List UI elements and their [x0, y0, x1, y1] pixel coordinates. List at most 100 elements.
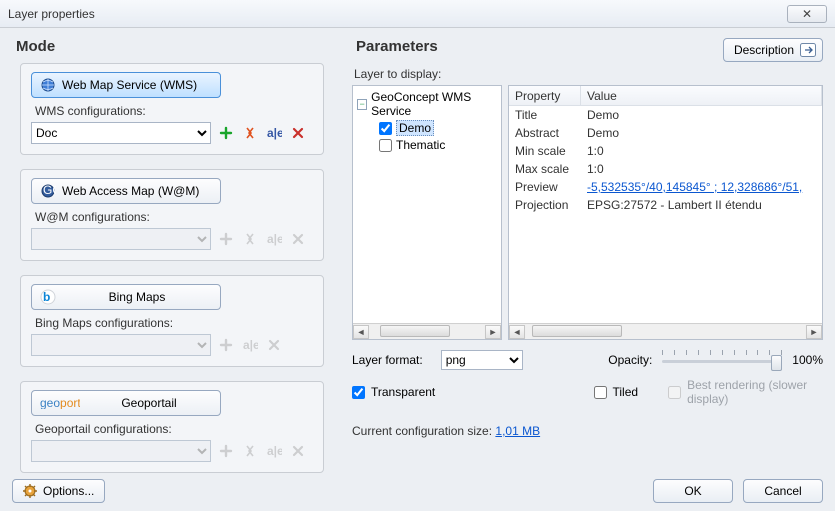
layer-format-select[interactable]: png [441, 350, 523, 370]
scroll-thumb[interactable] [380, 325, 450, 337]
property-name: Title [509, 106, 581, 124]
property-name: Projection [509, 196, 581, 214]
property-row: ProjectionEPSG:27572 - Lambert II étendu [509, 196, 822, 214]
property-name: Preview [509, 178, 581, 196]
property-value[interactable]: -5,532535°/40,145845° ; 12,328686°/51, [581, 178, 822, 196]
transparent-checkbox[interactable] [352, 386, 365, 399]
svg-text:a|e: a|e [267, 126, 282, 140]
svg-text:a|e: a|e [243, 338, 258, 352]
mode-geoportail-label: Geoportail [86, 396, 212, 410]
globe-wms-icon [40, 77, 56, 93]
layer-tree[interactable]: − GeoConcept WMS Service Demo Thematic [352, 85, 502, 340]
description-button[interactable]: Description [723, 38, 823, 62]
scroll-left-icon[interactable]: ◄ [353, 325, 369, 339]
config-size-label: Current configuration size: [352, 424, 495, 438]
property-name: Abstract [509, 124, 581, 142]
geoportail-icon: geoportail [40, 395, 80, 411]
opacity-label: Opacity: [608, 353, 652, 367]
opacity-slider[interactable] [662, 350, 782, 370]
refresh-icon[interactable] [241, 124, 259, 142]
property-row: AbstractDemo [509, 124, 822, 142]
mode-wam-button[interactable]: GCIS Web Access Map (W@M) [31, 178, 221, 204]
mode-geoportail-button[interactable]: geoportail Geoportail [31, 390, 221, 416]
best-rendering-checkbox [668, 386, 681, 399]
best-rendering-label: Best rendering (slower display) [687, 378, 823, 406]
tree-hscrollbar[interactable]: ◄ ► [353, 323, 501, 339]
config-size-link[interactable]: 1,01 MB [495, 424, 540, 438]
scroll-right-icon[interactable]: ► [806, 325, 822, 339]
opacity-value: 100% [792, 353, 823, 367]
delete-icon[interactable] [289, 124, 307, 142]
property-value: Demo [581, 106, 822, 124]
wam-config-label: W@M configurations: [35, 210, 313, 224]
property-value: 1:0 [581, 142, 822, 160]
svg-text:a|e: a|e [267, 444, 282, 458]
property-name: Max scale [509, 160, 581, 178]
property-value: 1:0 [581, 160, 822, 178]
layer-to-display-label: Layer to display: [354, 67, 823, 81]
mode-wms-label: Web Map Service (WMS) [62, 78, 197, 92]
rename-icon: a|e [265, 442, 283, 460]
tree-item-label[interactable]: Thematic [396, 138, 445, 152]
tree-item-checkbox[interactable] [379, 139, 392, 152]
mode-bing-label: Bing Maps [62, 290, 212, 304]
bing-icon: b [40, 289, 56, 305]
property-grid: Property Value TitleDemoAbstractDemoMin … [508, 85, 823, 340]
close-button[interactable]: ✕ [787, 5, 827, 23]
mode-bing-button[interactable]: b Bing Maps [31, 284, 221, 310]
tree-item-label[interactable]: Demo [396, 120, 434, 136]
description-label: Description [734, 43, 794, 57]
slider-thumb[interactable] [771, 355, 782, 371]
bing-config-label: Bing Maps configurations: [35, 316, 313, 330]
mode-wam-label: Web Access Map (W@M) [62, 184, 199, 198]
tiled-label: Tiled [613, 385, 639, 399]
collapse-icon[interactable]: − [357, 99, 367, 110]
property-row: TitleDemo [509, 106, 822, 124]
mode-heading: Mode [16, 38, 332, 55]
add-icon [217, 230, 235, 248]
tree-item-checkbox[interactable] [379, 122, 392, 135]
delete-icon [289, 230, 307, 248]
column-header-property[interactable]: Property [509, 86, 581, 105]
parameters-heading: Parameters [356, 38, 438, 55]
tiled-checkbox[interactable] [594, 386, 607, 399]
rename-icon: a|e [265, 230, 283, 248]
wms-config-select[interactable]: Doc [31, 122, 211, 144]
refresh-icon [241, 230, 259, 248]
prop-hscrollbar[interactable]: ◄ ► [509, 323, 822, 339]
property-row: Max scale1:0 [509, 160, 822, 178]
tree-root-label: GeoConcept WMS Service [371, 90, 501, 118]
close-icon: ✕ [802, 7, 812, 21]
scroll-thumb[interactable] [532, 325, 622, 337]
add-icon[interactable] [217, 124, 235, 142]
gear-icon [23, 484, 37, 498]
tree-item: Demo [379, 120, 501, 136]
ok-button[interactable]: OK [653, 479, 733, 503]
wms-config-label: WMS configurations: [35, 104, 313, 118]
scroll-left-icon[interactable]: ◄ [509, 325, 525, 339]
property-row: Min scale1:0 [509, 142, 822, 160]
rename-icon: a|e [241, 336, 259, 354]
delete-icon [265, 336, 283, 354]
rename-icon[interactable]: a|e [265, 124, 283, 142]
options-button[interactable]: Options... [12, 479, 105, 503]
scroll-right-icon[interactable]: ► [485, 325, 501, 339]
cancel-button[interactable]: Cancel [743, 479, 823, 503]
svg-text:a|e: a|e [267, 232, 282, 246]
delete-icon [289, 442, 307, 460]
geoportail-config-select [31, 440, 211, 462]
transparent-label: Transparent [371, 385, 435, 399]
window-title: Layer properties [8, 7, 787, 21]
property-value: EPSG:27572 - Lambert II étendu [581, 196, 822, 214]
column-header-value[interactable]: Value [581, 86, 822, 105]
svg-text:GCIS: GCIS [43, 183, 56, 197]
refresh-icon [241, 442, 259, 460]
tree-item: Thematic [379, 138, 501, 152]
globe-gcis-icon: GCIS [40, 183, 56, 199]
property-value: Demo [581, 124, 822, 142]
add-icon [217, 336, 235, 354]
property-row: Preview-5,532535°/40,145845° ; 12,328686… [509, 178, 822, 196]
mode-wms-button[interactable]: Web Map Service (WMS) [31, 72, 221, 98]
svg-text:geoportail: geoportail [40, 397, 80, 409]
arrow-right-icon [800, 43, 816, 57]
